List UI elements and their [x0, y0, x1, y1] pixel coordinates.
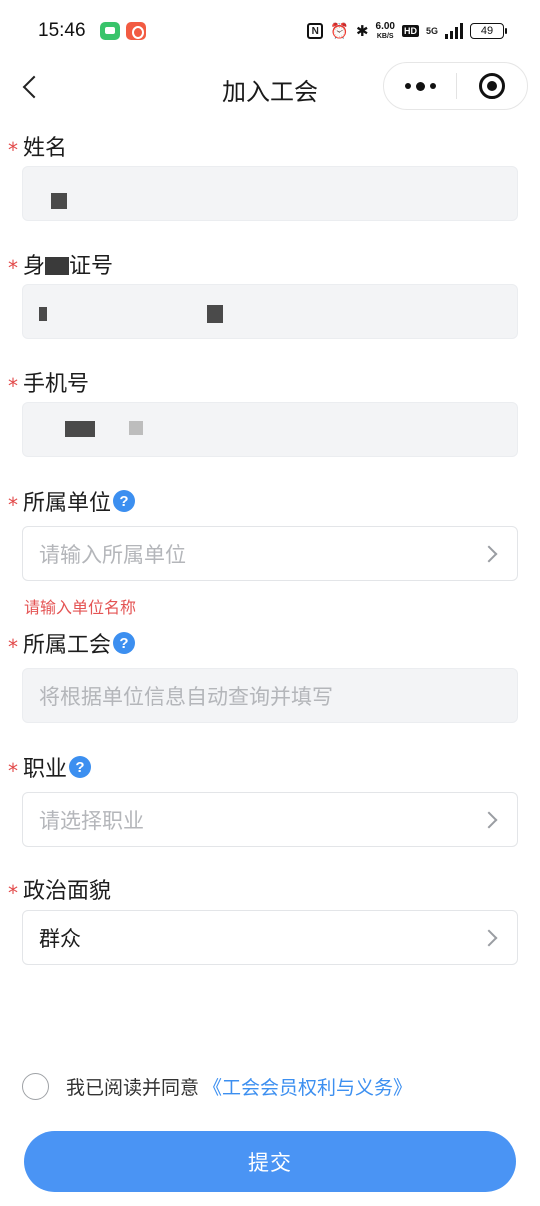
- id-label-suffix: 证号: [69, 254, 114, 279]
- notification-app-icon: [125, 22, 146, 40]
- more-dot-center: [415, 81, 425, 91]
- question-icon[interactable]: ?: [113, 490, 136, 512]
- id-number-input[interactable]: [22, 284, 518, 339]
- unit-input[interactable]: 请输入所属单位: [22, 526, 518, 581]
- hd-icon: HD: [401, 25, 419, 37]
- question-icon[interactable]: ?: [113, 632, 136, 654]
- required-mark: *: [8, 635, 18, 659]
- bluetooth-icon: ✱: [355, 22, 369, 40]
- required-mark: *: [8, 256, 18, 280]
- occupation-label: 职业: [23, 757, 68, 782]
- back-arrow-icon: [22, 75, 46, 99]
- unit-label-row: * 所属单位 ?: [8, 486, 136, 517]
- network-speed-unit: KB/S: [376, 32, 394, 40]
- redacted-block: [65, 421, 95, 437]
- name-label: 姓名: [23, 136, 68, 161]
- unit-error-message: 请输入单位名称: [24, 598, 137, 617]
- miniprogram-capsule: [383, 62, 528, 110]
- union-label: 所属工会: [23, 633, 112, 658]
- political-label-row: * 政治面貌: [8, 874, 112, 905]
- name-label-row: * 姓名: [8, 131, 68, 162]
- status-time: 15:46: [38, 20, 86, 41]
- occupation-select[interactable]: 请选择职业: [22, 792, 518, 847]
- unit-label: 所属单位: [23, 491, 112, 516]
- status-bar: 15:46 N ⏰ ✱ 6.00 KB/S HD 5G 49: [0, 0, 540, 62]
- id-label-prefix: 身: [23, 254, 46, 279]
- agreement-checkbox[interactable]: [22, 1072, 49, 1100]
- political-select[interactable]: 群众: [22, 910, 518, 965]
- phone-label-row: * 手机号: [8, 367, 90, 398]
- more-dot-right: [429, 83, 436, 89]
- network-speed: 6.00 KB/S: [375, 20, 395, 41]
- more-dots-icon: [404, 83, 411, 89]
- close-miniprogram-button[interactable]: [457, 63, 527, 109]
- occupation-label-row: * 职业 ?: [8, 752, 92, 783]
- name-input[interactable]: [22, 166, 518, 221]
- agreement-text: 我已阅读并同意: [66, 1076, 200, 1099]
- back-button[interactable]: [16, 70, 46, 104]
- signal-icon: [445, 23, 463, 39]
- union-label-row: * 所属工会 ?: [8, 628, 136, 659]
- chevron-right-icon: [480, 929, 498, 946]
- redacted-block: [129, 421, 143, 435]
- phone-input[interactable]: [22, 402, 518, 457]
- signal-label: 5G: [425, 26, 438, 36]
- political-label: 政治面貌: [23, 879, 112, 904]
- agreement-row: 我已阅读并同意 《工会会员权利与义务》: [22, 1070, 412, 1102]
- redacted-block: [39, 307, 47, 321]
- id-label-row: * 身 证号: [8, 249, 114, 280]
- occupation-placeholder: 请选择职业: [39, 808, 144, 833]
- unit-placeholder: 请输入所属单位: [39, 542, 186, 567]
- question-icon[interactable]: ?: [69, 756, 92, 778]
- redacted-block: [207, 305, 223, 323]
- redacted-block: [51, 193, 67, 209]
- required-mark: *: [8, 493, 18, 517]
- agreement-link[interactable]: 《工会会员权利与义务》: [203, 1073, 412, 1100]
- submit-button[interactable]: 提交: [24, 1131, 516, 1192]
- miniprogram-close-icon: [479, 73, 505, 99]
- required-mark: *: [8, 759, 18, 783]
- nav-bar: 加入工会: [0, 62, 540, 112]
- chevron-right-icon: [480, 811, 498, 828]
- alarm-icon: ⏰: [330, 22, 349, 40]
- required-mark: *: [8, 374, 18, 398]
- network-speed-value: 6.00: [375, 20, 395, 32]
- union-input: 将根据单位信息自动查询并填写: [22, 668, 518, 723]
- message-app-icon: [99, 22, 120, 40]
- nfc-icon: N: [307, 23, 324, 39]
- battery-icon: 49: [470, 23, 507, 39]
- chevron-right-icon: [480, 545, 498, 562]
- redacted-block: [45, 256, 70, 275]
- phone-label: 手机号: [23, 372, 90, 397]
- required-mark: *: [8, 881, 18, 905]
- union-placeholder: 将根据单位信息自动查询并填写: [39, 684, 333, 709]
- required-mark: *: [8, 138, 18, 162]
- more-button[interactable]: [384, 63, 456, 109]
- status-indicators: N ⏰ ✱ 6.00 KB/S HD 5G 49: [307, 20, 507, 41]
- political-value: 群众: [39, 926, 81, 951]
